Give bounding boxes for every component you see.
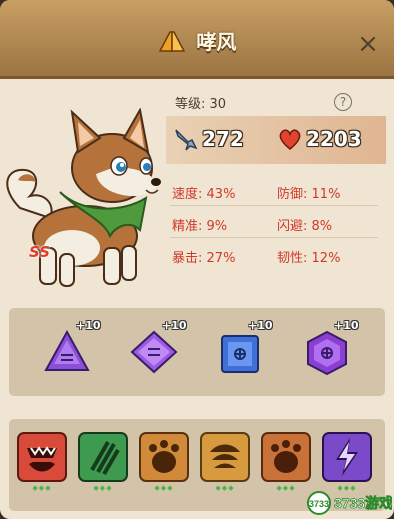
title-bar: 哮风 × [0, 0, 394, 79]
close-icon[interactable]: × [357, 29, 379, 59]
skill-level-dots: ◆◆◆ [93, 484, 113, 492]
purple-triangle-gem[interactable] [44, 330, 90, 372]
purple-diamond-gem[interactable] [130, 330, 178, 374]
gem-bonus: +10 [162, 319, 187, 332]
level-label: 等级: 30 [175, 97, 227, 112]
attr-accuracy: 精准: 9% [172, 215, 227, 234]
attr-label: 闪避: [277, 219, 308, 234]
attr-value: 11% [311, 187, 341, 202]
divider [170, 205, 378, 206]
blue-square-gem[interactable] [220, 334, 260, 374]
attr-label: 速度: [172, 187, 203, 202]
attr-dodge: 闪避: 8% [277, 215, 332, 234]
grade-badge: SS [29, 243, 51, 261]
attack-value: 272 [202, 127, 244, 151]
purple-hexagon-gem[interactable] [304, 330, 350, 376]
attr-toughness: 韧性: 12% [277, 247, 340, 266]
heart-icon [279, 129, 301, 150]
tent-icon [159, 30, 186, 52]
paw-skill-icon[interactable] [139, 432, 189, 482]
site-watermark-logo: 3733 3733游戏 [307, 491, 392, 515]
hp-value: 2203 [306, 127, 362, 151]
help-icon[interactable]: ? [334, 93, 352, 111]
window-title: 哮风 [196, 30, 237, 54]
claw-skill-icon[interactable] [78, 432, 128, 482]
divider [170, 237, 378, 238]
attr-defense: 防御: 11% [277, 183, 340, 202]
skill-level-dots: ◆◆◆ [276, 484, 296, 492]
attr-label: 防御: [277, 187, 308, 202]
attr-label: 韧性: [277, 251, 308, 266]
attr-value: 27% [206, 251, 236, 266]
attr-value: 43% [206, 187, 236, 202]
attr-critical: 暴击: 27% [172, 247, 235, 266]
sword-icon [175, 129, 198, 151]
attr-speed: 速度: 43% [172, 183, 235, 202]
close-button[interactable]: × [354, 30, 382, 58]
attr-value: 9% [206, 219, 228, 234]
paw-skill-icon-2[interactable] [261, 432, 311, 482]
watermark-text: 3733游戏 [334, 495, 392, 511]
skill-level-dots: ◆◆◆ [32, 484, 52, 492]
svg-text:3733: 3733 [309, 499, 329, 509]
attr-value: 12% [311, 251, 341, 266]
bite-skill-icon[interactable] [17, 432, 67, 482]
attr-label: 精准: [172, 219, 203, 234]
skill-level-dots: ◆◆◆ [154, 484, 174, 492]
gem-bonus: +10 [248, 319, 273, 332]
pet-portrait [6, 108, 161, 287]
lightning-skill-icon[interactable] [322, 432, 372, 482]
attr-label: 暴击: [172, 251, 203, 266]
attr-value: 8% [311, 219, 333, 234]
gem-bonus: +10 [334, 319, 359, 332]
shell-skill-icon[interactable] [200, 432, 250, 482]
skill-level-dots: ◆◆◆ [215, 484, 235, 492]
gem-bonus: +10 [76, 319, 101, 332]
